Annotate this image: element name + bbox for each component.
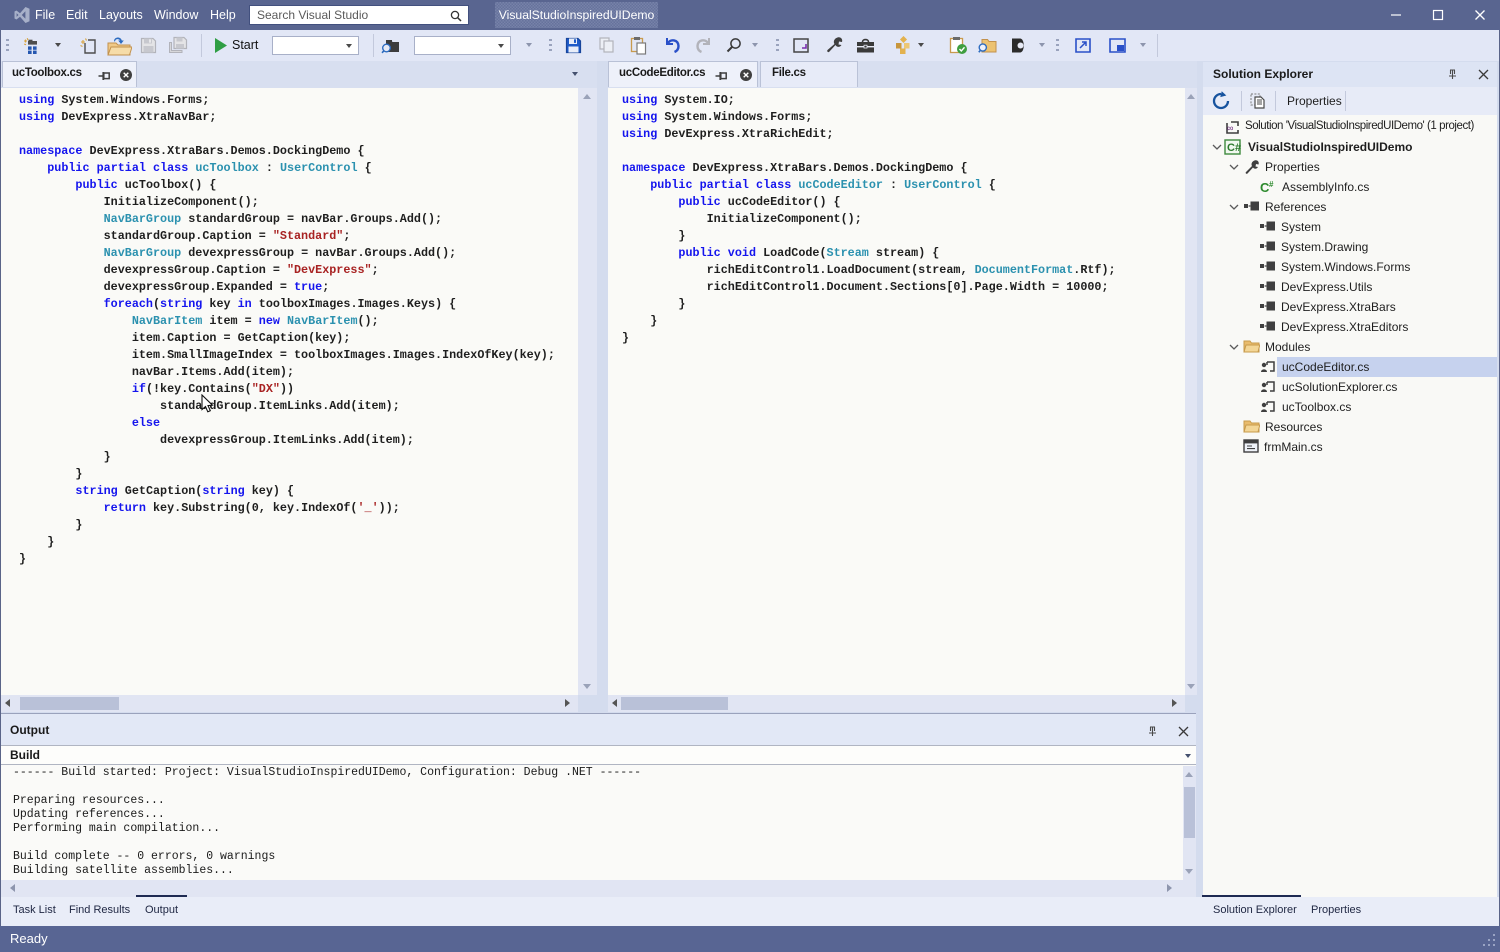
- svg-text:#: #: [1269, 180, 1274, 189]
- svg-text:∞: ∞: [1227, 123, 1233, 133]
- svg-text:C#: C#: [1227, 142, 1241, 154]
